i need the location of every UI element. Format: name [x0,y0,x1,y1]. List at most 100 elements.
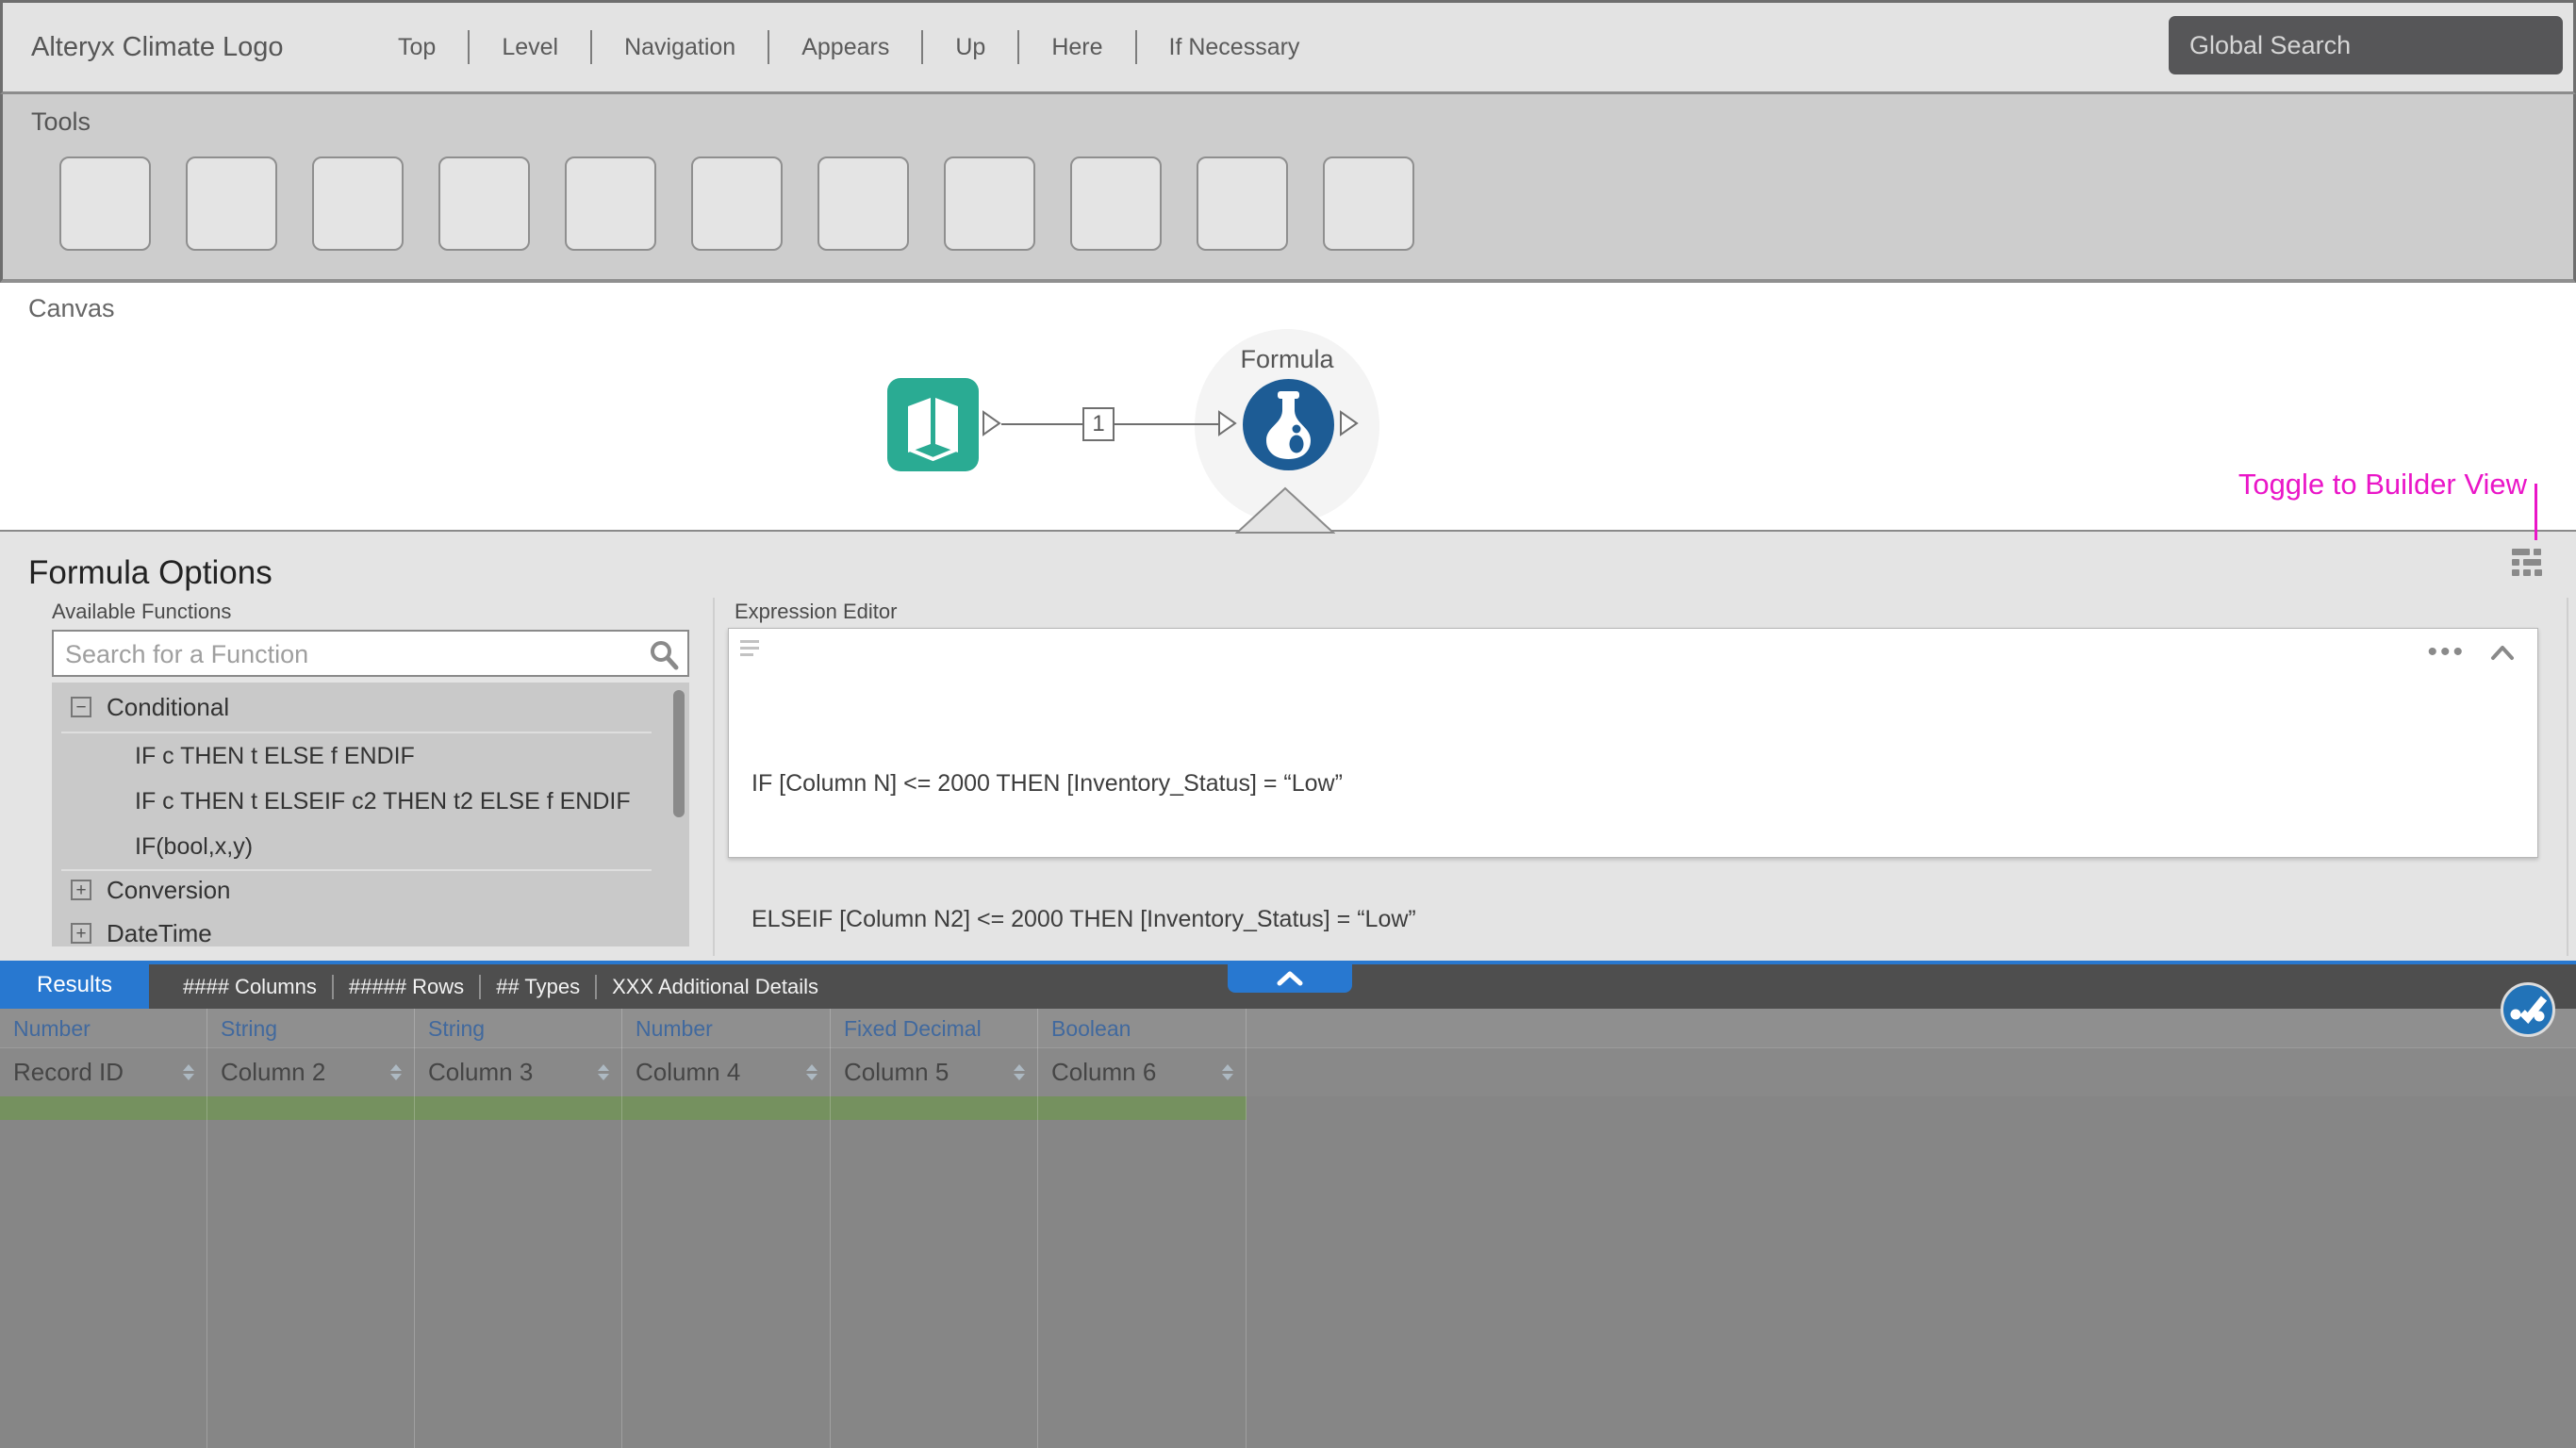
expand-icon[interactable]: + [71,923,91,944]
collapse-icon[interactable]: − [71,697,91,717]
tool-slot[interactable] [59,156,151,251]
code-line: IF [Column N] <= 2000 THEN [Inventory_St… [751,770,1343,797]
available-functions-label: Available Functions [52,600,232,623]
function-group-datetime[interactable]: + DateTime [52,909,689,946]
app-logo: Alteryx Climate Logo [31,31,284,62]
column-header-label: Column 2 [221,1058,326,1086]
sort-icon[interactable] [598,1064,609,1080]
panel-title: Formula Options [28,554,272,591]
builder-view-icon[interactable] [2512,549,2542,576]
nav-item-navigation[interactable]: Navigation [592,34,768,61]
column-header-label: Column 6 [1051,1058,1157,1086]
column-header-label: Column 3 [428,1058,534,1086]
nav-item-here[interactable]: Here [1019,34,1134,61]
sort-icon[interactable] [806,1064,817,1080]
column-divider [1037,1009,1038,1448]
column-header[interactable]: Column 3 [415,1048,622,1096]
column-type: String [221,1015,278,1041]
top-bar: Alteryx Climate Logo Top Level Navigatio… [0,0,2576,94]
sort-icon[interactable] [1222,1064,1233,1080]
global-search-input[interactable]: Global Search [2169,16,2563,74]
drag-handle-icon[interactable] [740,640,759,660]
function-item[interactable]: IF c THEN t ELSE f ENDIF [52,733,689,779]
chevron-up-icon[interactable] [2490,644,2515,661]
nav-item-top[interactable]: Top [366,34,468,61]
column-header-label: Column 5 [844,1058,949,1086]
more-options-icon[interactable]: ••• [2427,638,2466,666]
browse-results-icon[interactable] [2501,982,2555,1037]
tool-slot[interactable] [1070,156,1162,251]
column-type-row: Number String String Number Fixed Decima… [0,1009,2576,1048]
column-divider [621,1009,622,1448]
panel-divider [2567,598,2568,956]
output-anchor-icon[interactable] [1339,410,1360,436]
formula-tool[interactable] [1243,379,1334,470]
column-header-label: Record ID [13,1058,124,1086]
chevron-up-icon [1277,971,1303,986]
column-header-row: Record ID Column 2 Column 3 Column 4 Col… [0,1048,2576,1096]
function-item[interactable]: IF(bool,x,y) [52,824,689,869]
sort-icon[interactable] [1014,1064,1025,1080]
input-anchor-icon[interactable] [1217,410,1238,436]
highlighted-row[interactable] [0,1096,1247,1120]
tool-slot[interactable] [691,156,783,251]
column-header[interactable]: Record ID [0,1048,207,1096]
tool-slot[interactable] [1323,156,1414,251]
expression-editor[interactable]: ••• IF [Column N] <= 2000 THEN [Inventor… [728,628,2538,1204]
tool-slot[interactable] [1197,156,1288,251]
nav-item-if-necessary[interactable]: If Necessary [1137,34,1332,61]
tool-slot[interactable] [944,156,1035,251]
function-group-conversion[interactable]: + Conversion [52,871,689,909]
tools-palette: Tools [0,94,2576,283]
sort-icon[interactable] [390,1064,402,1080]
columns-count: #### Columns [183,974,317,998]
column-type: Boolean [1051,1015,1131,1041]
canvas-title: Canvas [28,294,115,322]
function-item[interactable]: IF c THEN t ELSEIF c2 THEN t2 ELSE f END… [52,779,689,824]
column-header-label: Column 4 [636,1058,741,1086]
nav-item-up[interactable]: Up [923,34,1017,61]
results-tab[interactable]: Results [0,961,149,1009]
function-group-label: DateTime [107,918,212,947]
column-divider [830,1009,831,1448]
connection-sequence-badge: 1 [1082,407,1115,441]
column-header[interactable]: Column 4 [622,1048,831,1096]
scrollbar-thumb[interactable] [673,690,685,817]
sort-icon[interactable] [183,1064,194,1080]
column-type: Fixed Decimal [844,1015,982,1041]
workflow-canvas: Canvas Formula 1 Toggle to Builder View [0,287,2576,540]
column-type: String [428,1015,486,1041]
editor-actions: ••• [2427,638,2515,666]
panel-pointer-caret [1235,486,1335,534]
toggle-builder-view-link[interactable]: Toggle to Builder View [2074,468,2527,502]
output-anchor-icon[interactable] [982,410,1002,436]
collapse-results-button[interactable] [1228,964,1352,993]
column-header[interactable]: Column 6 [1038,1048,1247,1096]
input-data-tool[interactable] [887,378,979,471]
column-divider [206,1009,207,1448]
column-header[interactable]: Column 5 [831,1048,1038,1096]
nav-item-level[interactable]: Level [470,34,590,61]
function-search-box [52,630,689,677]
open-book-icon [908,398,958,462]
function-group-label: Conversion [107,875,231,904]
tool-slot[interactable] [438,156,530,251]
toggle-callout-line [2535,484,2537,540]
column-header[interactable]: Column 2 [207,1048,415,1096]
types-count: ## Types [496,974,581,998]
expression-editor-label: Expression Editor [735,600,898,623]
formula-tool-label: Formula [1240,345,1334,373]
tool-slot[interactable] [817,156,909,251]
additional-details: XXX Additional Details [612,974,818,998]
function-group-conditional[interactable]: − Conditional [52,683,689,732]
tool-slot[interactable] [186,156,277,251]
function-group-label: Conditional [107,692,230,721]
search-icon [651,641,679,670]
function-tree: − Conditional IF c THEN t ELSE f ENDIF I… [52,683,689,946]
tool-slot[interactable] [312,156,404,251]
tool-slot[interactable] [565,156,656,251]
expand-icon[interactable]: + [71,880,91,900]
function-search-input[interactable] [63,634,633,675]
column-type: Number [13,1015,91,1041]
nav-item-appears[interactable]: Appears [769,34,921,61]
